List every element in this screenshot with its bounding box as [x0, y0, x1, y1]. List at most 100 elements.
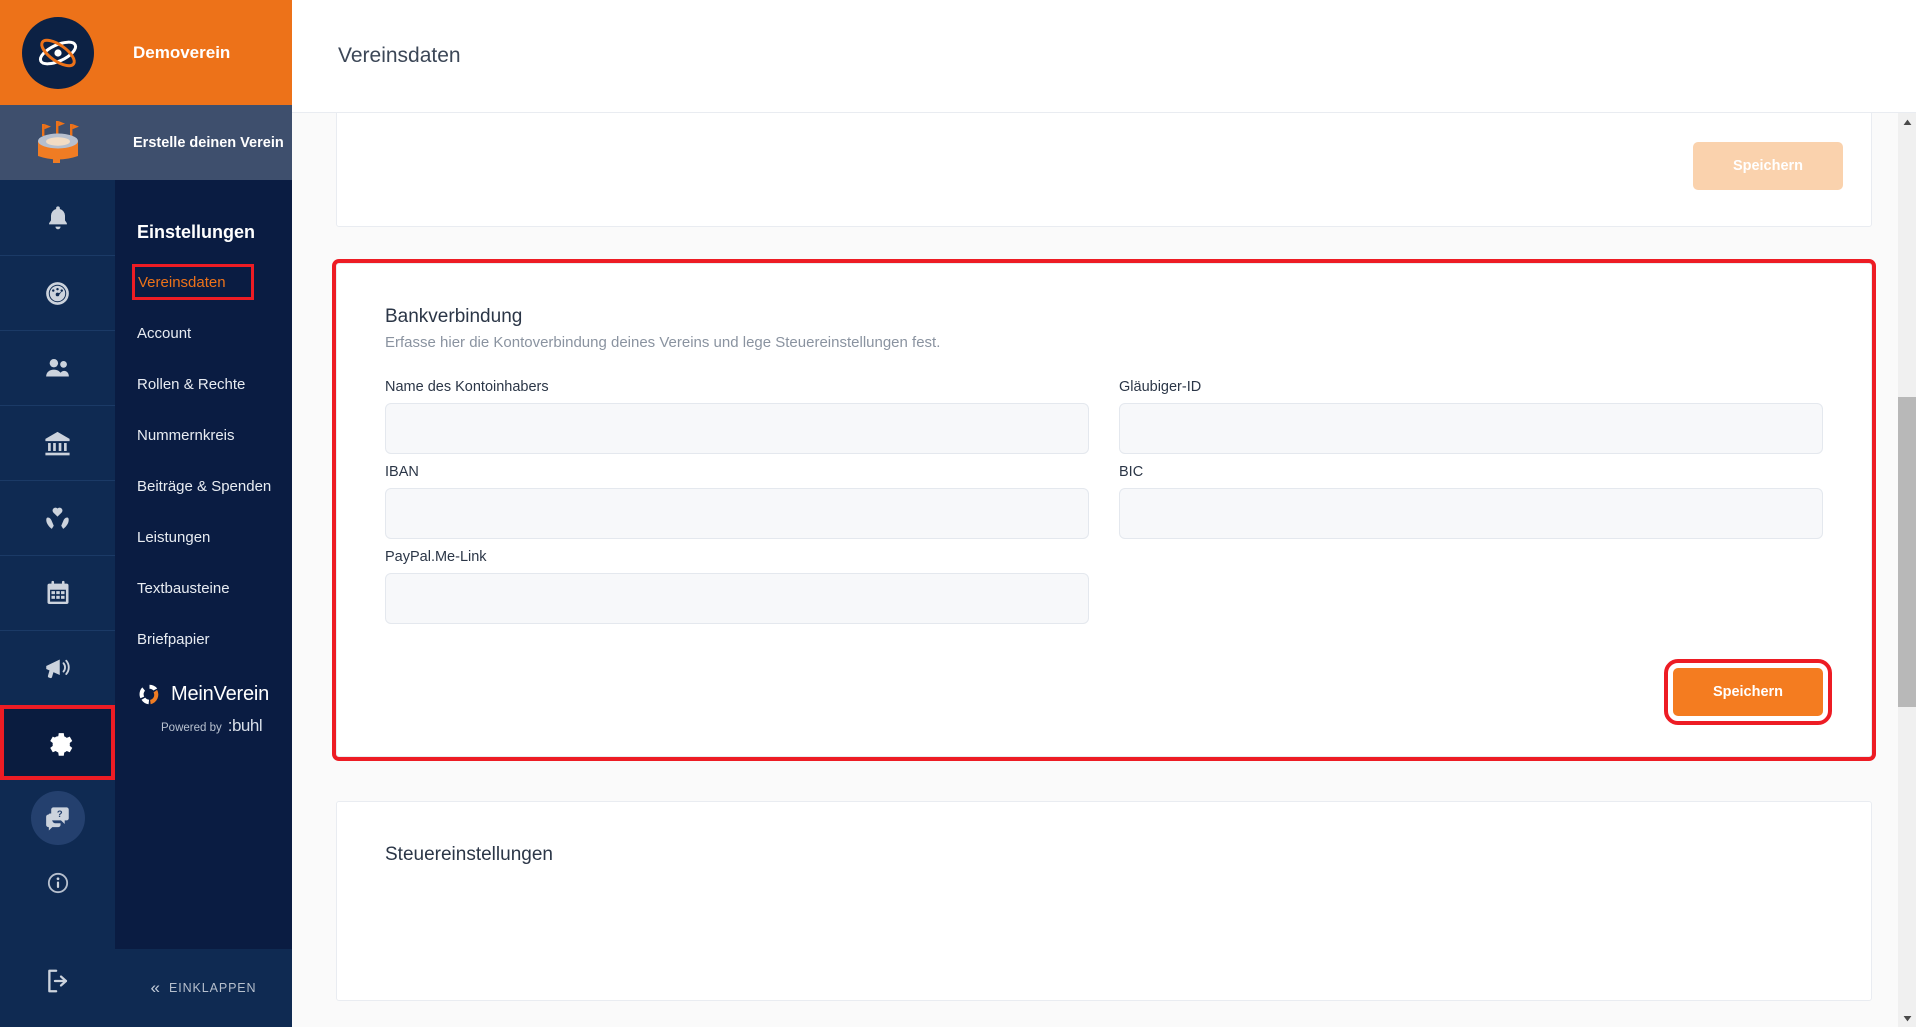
- field-label: Name des Kontoinhabers: [385, 379, 549, 395]
- support-circle: ?: [30, 790, 85, 845]
- sidebar-item-briefpapier[interactable]: Briefpapier: [115, 622, 292, 656]
- powered-by-label: Powered by: [161, 722, 222, 734]
- rail-item-donations[interactable]: [0, 480, 115, 555]
- rail-item-communication[interactable]: [0, 630, 115, 705]
- rail-item-support[interactable]: ?: [0, 780, 115, 855]
- scroll-down-button[interactable]: [1898, 1009, 1916, 1027]
- sidebar-item-textbausteine[interactable]: Textbausteine: [115, 571, 292, 605]
- bic-input[interactable]: [1119, 488, 1823, 539]
- people-icon: [46, 358, 69, 376]
- megaphone-icon: [45, 659, 70, 679]
- powered-by-row: Powered by :buhl: [137, 716, 292, 736]
- vertical-scrollbar[interactable]: [1898, 113, 1916, 1027]
- field-label: Gläubiger-ID: [1119, 379, 1202, 395]
- main-content: Vereinsdaten Daten durchsuchen Speichern…: [292, 0, 1916, 1027]
- hands-heart-icon: [46, 507, 69, 529]
- field-paypal-link: PayPal.Me-Link: [385, 549, 1089, 624]
- sidebar-item-label: Vereinsdaten: [138, 273, 226, 291]
- settings-submenu: Demoverein Erstelle deinen Verein Einste…: [115, 0, 292, 1027]
- glaeubiger-id-input[interactable]: [1119, 403, 1823, 454]
- save-button-top[interactable]: Speichern: [1693, 142, 1843, 190]
- chevron-down-icon: [1903, 1015, 1911, 1021]
- submenu-body: Einstellungen Vereinsdaten Account Rolle…: [115, 180, 292, 949]
- gauge-icon: [46, 281, 69, 305]
- sidebar-item-label: Rollen & Rechte: [137, 375, 246, 393]
- application-window: ? Demoverein Erstelle deinen Verein Eins…: [0, 0, 1916, 1027]
- sidebar-item-label: Briefpapier: [137, 630, 210, 648]
- sidebar-item-label: Leistungen: [137, 528, 211, 546]
- sidebar-item-account[interactable]: Account: [115, 316, 292, 350]
- rail-item-dashboard[interactable]: [0, 255, 115, 330]
- bankverbindung-card: Bankverbindung Erfasse hier die Kontover…: [332, 259, 1876, 761]
- org-name-label: Demoverein: [133, 42, 231, 62]
- rail-item-settings[interactable]: [0, 705, 115, 780]
- chevron-up-icon: [1903, 119, 1911, 125]
- sidebar-item-label: Textbausteine: [137, 579, 230, 597]
- stadium-icon: [37, 120, 79, 163]
- rail-item-events[interactable]: [0, 555, 115, 630]
- field-bic: BIC: [1119, 464, 1823, 539]
- scroll-up-button[interactable]: [1898, 113, 1916, 131]
- atom-icon: [21, 16, 94, 89]
- sidebar-item-rollen-rechte[interactable]: Rollen & Rechte: [115, 367, 292, 401]
- collapse-sidebar-button[interactable]: « EINKLAPPEN: [115, 949, 292, 1027]
- collapse-label: EINKLAPPEN: [168, 981, 257, 995]
- create-club-bar[interactable]: Erstelle deinen Verein: [115, 105, 292, 180]
- rail-item-logout[interactable]: [0, 935, 115, 1027]
- scroll-content: Daten durchsuchen Speichern Bankverbindu…: [292, 113, 1916, 1027]
- icon-rail: ?: [0, 0, 115, 1027]
- bell-icon: [48, 205, 67, 229]
- scrollbar-track[interactable]: [1898, 131, 1916, 1009]
- rail-spacer: [0, 911, 115, 935]
- grid-filler: [1119, 549, 1823, 634]
- field-iban: IBAN: [385, 464, 1089, 539]
- create-club-label: Erstelle deinen Verein: [133, 134, 284, 151]
- sidebar-item-label: Beiträge & Spenden: [137, 477, 272, 495]
- field-label: BIC: [1119, 464, 1144, 480]
- club-logo-badge[interactable]: [0, 0, 115, 105]
- rail-item-members[interactable]: [0, 330, 115, 405]
- sidebar-item-nummernkreis[interactable]: Nummernkreis: [115, 418, 292, 452]
- buhl-logo-label: :buhl: [227, 716, 263, 735]
- stadium-icon-cell[interactable]: [0, 105, 115, 180]
- sidebar-item-label: Nummernkreis: [137, 426, 235, 444]
- rail-item-info[interactable]: [0, 855, 115, 911]
- sidebar-item-label: Account: [137, 324, 192, 342]
- bank-save-row: Speichern: [385, 659, 1832, 725]
- product-name-label: MeinVerein: [171, 683, 270, 705]
- field-label: IBAN: [385, 464, 419, 480]
- product-brand-block: MeinVerein Powered by :buhl: [115, 682, 292, 736]
- chat-help-icon: ?: [46, 807, 69, 831]
- iban-input[interactable]: [385, 488, 1089, 539]
- field-glaeubiger-id: Gläubiger-ID: [1119, 379, 1823, 454]
- scrollbar-thumb[interactable]: [1898, 397, 1916, 707]
- sidebar-item-leistungen[interactable]: Leistungen: [115, 520, 292, 554]
- rail-item-list: ?: [0, 180, 115, 1027]
- gear-icon: [49, 733, 72, 756]
- info-icon: [47, 872, 68, 894]
- save-button-bankverbindung[interactable]: Speichern: [1664, 659, 1832, 725]
- rail-item-notifications[interactable]: [0, 180, 115, 255]
- logout-icon: [47, 969, 67, 993]
- page-header: Vereinsdaten: [292, 0, 1916, 113]
- steuereinstellungen-card: Steuereinstellungen: [336, 801, 1872, 1001]
- field-label: PayPal.Me-Link: [385, 549, 487, 565]
- bank-form-grid: Name des Kontoinhabers Gläubiger-ID IBAN…: [385, 379, 1823, 634]
- svg-text:?: ?: [57, 809, 63, 820]
- steuereinstellungen-title: Steuereinstellungen: [385, 844, 553, 865]
- calendar-icon: [47, 580, 68, 604]
- rail-item-finance[interactable]: [0, 405, 115, 480]
- bank-icon: [45, 431, 70, 455]
- chevron-double-left-icon: «: [150, 978, 161, 997]
- vereinsdaten-card: Daten durchsuchen Speichern: [336, 113, 1872, 227]
- paypal-link-input[interactable]: [385, 573, 1089, 624]
- sidebar-item-vereinsdaten[interactable]: Vereinsdaten: [132, 264, 254, 300]
- bankverbindung-subtitle: Erfasse hier die Kontoverbindung deines …: [385, 334, 941, 351]
- product-brand-row: MeinVerein: [137, 682, 292, 707]
- kontoinhaber-input[interactable]: [385, 403, 1089, 454]
- submenu-heading: Einstellungen: [137, 222, 256, 242]
- sidebar-item-beitraege-spenden[interactable]: Beiträge & Spenden: [115, 469, 292, 503]
- bankverbindung-title: Bankverbindung: [385, 306, 523, 327]
- page-title: Vereinsdaten: [338, 44, 461, 67]
- org-name-bar[interactable]: Demoverein: [115, 0, 292, 105]
